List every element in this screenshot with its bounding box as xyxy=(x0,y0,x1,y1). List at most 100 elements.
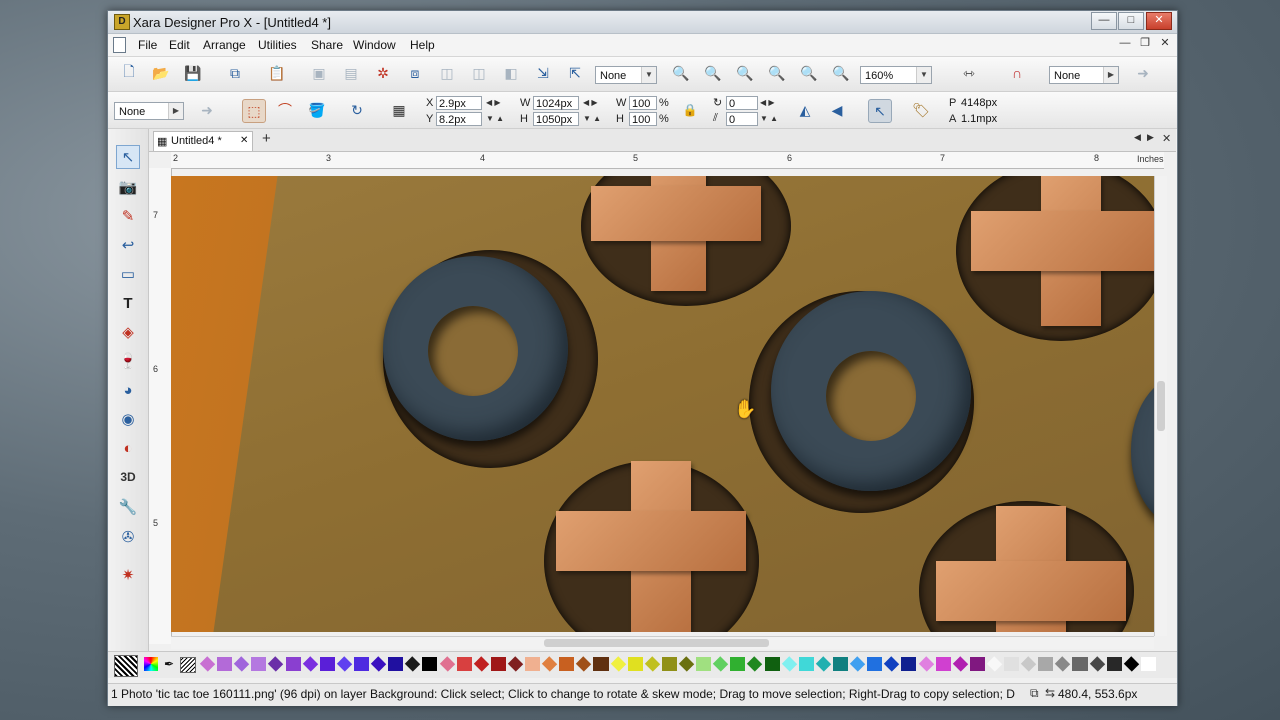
palette-swatch[interactable] xyxy=(319,657,335,671)
palette-swatch[interactable] xyxy=(353,657,370,671)
shadow-tool-icon[interactable]: ◉ xyxy=(116,407,140,431)
palette-swatch[interactable] xyxy=(610,656,626,672)
palette-swatch[interactable] xyxy=(559,657,575,671)
palette-swatch[interactable] xyxy=(217,657,233,671)
height-percent-field[interactable]: 100 xyxy=(629,112,657,126)
palette-swatch[interactable] xyxy=(525,657,541,671)
magnet-icon[interactable]: ∩ xyxy=(1006,62,1028,84)
close-button[interactable]: ✕ xyxy=(1146,12,1172,30)
fill-bucket-icon[interactable]: 🪣 xyxy=(306,99,328,121)
pointer-mode-icon[interactable]: ↖ xyxy=(868,99,892,123)
palette-swatch[interactable] xyxy=(285,657,301,671)
x-position-field[interactable]: 2.9px xyxy=(436,96,482,110)
arrow-right-icon[interactable]: ➜ xyxy=(1132,62,1154,84)
palette-swatch[interactable] xyxy=(1020,656,1037,672)
palette-swatch[interactable] xyxy=(370,656,387,672)
maximize-button[interactable]: □ xyxy=(1118,12,1144,30)
palette-swatch[interactable] xyxy=(490,657,506,671)
height-spinner-icon[interactable]: ▼ ▲ xyxy=(583,114,601,123)
transparency-tool-icon[interactable]: 🍷 xyxy=(116,349,140,373)
palette-swatch[interactable] xyxy=(764,657,780,671)
save-icon[interactable]: 💾 xyxy=(182,62,204,84)
vertical-scroll-thumb[interactable] xyxy=(1157,381,1165,431)
palette-swatch[interactable] xyxy=(1038,657,1054,671)
horizontal-scrollbar[interactable] xyxy=(171,636,1154,649)
palette-swatch[interactable] xyxy=(644,656,661,672)
doc-restore-button[interactable]: ❐ xyxy=(1138,37,1152,50)
zoom-100-icon[interactable]: 🔍 xyxy=(702,62,724,84)
contour-tool-icon[interactable]: ◐ xyxy=(116,436,140,460)
palette-swatch[interactable] xyxy=(661,657,677,671)
palette-swatch[interactable] xyxy=(302,656,318,672)
wrench-tool-icon[interactable]: 🔧 xyxy=(116,495,140,519)
doc-minimize-button[interactable]: — xyxy=(1118,37,1132,50)
palette-swatch[interactable] xyxy=(730,657,746,671)
3d-tool-icon[interactable]: 3D xyxy=(116,465,140,489)
selection-handles-icon[interactable]: ⬚ xyxy=(242,99,266,123)
palette-swatch[interactable] xyxy=(781,656,797,672)
palette-swatch[interactable] xyxy=(576,656,592,672)
zoom-combo[interactable]: 160% ▼ xyxy=(860,66,932,84)
export-icon[interactable]: ⇱ xyxy=(564,62,586,84)
import-icon[interactable]: ⇲ xyxy=(532,62,554,84)
horizontal-ruler[interactable]: 2 3 4 5 6 7 8 Inches xyxy=(171,152,1164,169)
feather-combo[interactable]: None ▶ xyxy=(114,102,184,120)
palette-swatch[interactable] xyxy=(832,657,849,671)
palette-swatch[interactable] xyxy=(268,656,284,672)
grid-icon[interactable]: ▦ xyxy=(388,99,410,121)
live-effects-tool-icon[interactable]: ✇ xyxy=(116,525,140,549)
skew-field[interactable]: 0 xyxy=(726,112,758,126)
group-icon[interactable]: ▣ xyxy=(308,62,330,84)
y-position-field[interactable]: 8.2px xyxy=(436,112,482,126)
palette-swatch[interactable] xyxy=(1072,657,1088,671)
width-spinner-icon[interactable]: ◀ ▶ xyxy=(583,98,598,107)
tab-close-icon[interactable]: ✕ xyxy=(240,135,248,146)
quality-combo[interactable]: None ▼ xyxy=(595,66,657,84)
selector-tool-icon[interactable]: ↖ xyxy=(116,145,140,169)
horizontal-scroll-thumb[interactable] xyxy=(544,639,769,647)
text-tool-icon[interactable]: T xyxy=(116,291,140,315)
menu-utilities[interactable]: Utilities xyxy=(258,38,297,52)
rotate-handles-icon[interactable]: ↻ xyxy=(346,99,368,121)
palette-swatch[interactable] xyxy=(867,657,883,671)
palette-swatch[interactable] xyxy=(388,657,404,671)
new-tab-icon[interactable]: + xyxy=(262,130,271,147)
palette-swatch[interactable] xyxy=(815,656,832,672)
palette-swatch[interactable] xyxy=(541,656,558,672)
palette-swatch[interactable] xyxy=(713,656,729,672)
tab-scroll-right-icon[interactable]: ▶ xyxy=(1147,132,1154,143)
palette-swatch[interactable] xyxy=(901,657,917,671)
palette-swatch[interactable] xyxy=(696,657,712,671)
palette-swatch[interactable] xyxy=(251,657,267,671)
drawing-canvas[interactable]: ✋ xyxy=(171,176,1154,632)
zoom-drawing-icon[interactable]: 🔍 xyxy=(766,62,788,84)
no-color-swatch[interactable] xyxy=(114,655,138,677)
zoom-page-icon[interactable]: 🔍 xyxy=(798,62,820,84)
rectangle-tool-icon[interactable]: ▭ xyxy=(116,262,140,286)
move-backward-icon[interactable]: ◫ xyxy=(468,62,490,84)
blend-tool-icon[interactable]: ◕ xyxy=(116,378,140,402)
menu-share[interactable]: Share xyxy=(311,38,343,52)
ungroup-icon[interactable]: ▤ xyxy=(340,62,362,84)
eyedropper-icon[interactable]: ✒ xyxy=(162,657,176,671)
palette-swatch[interactable] xyxy=(935,657,951,671)
palette-swatch[interactable] xyxy=(986,656,1003,672)
palette-swatch[interactable] xyxy=(473,656,489,672)
palette-swatch[interactable] xyxy=(1106,657,1122,671)
shape-editor-tool-icon[interactable]: ↩ xyxy=(116,233,140,257)
palette-swatch[interactable] xyxy=(1055,656,1071,672)
tab-scroll-left-icon[interactable]: ◀ xyxy=(1134,132,1141,143)
move-forward-icon[interactable]: ◫ xyxy=(436,62,458,84)
palette-swatch[interactable] xyxy=(1004,657,1020,671)
fill-tool-icon[interactable]: ◈ xyxy=(116,320,140,344)
slider-icon[interactable]: ⇿ xyxy=(958,62,980,84)
paste-icon[interactable]: 📋 xyxy=(266,62,288,84)
color-picker-icon[interactable] xyxy=(144,657,158,671)
palette-swatch[interactable] xyxy=(456,657,472,671)
x-spinner-icon[interactable]: ◀ ▶ xyxy=(486,98,501,107)
send-back-icon[interactable]: ◧ xyxy=(500,62,522,84)
lock-aspect-icon[interactable]: 🔒 xyxy=(682,99,698,121)
freehand-tool-icon[interactable]: ✎ xyxy=(116,204,140,228)
bevel-combo[interactable]: None ▶ xyxy=(1049,66,1119,84)
doc-close-button[interactable]: ✕ xyxy=(1158,37,1172,50)
